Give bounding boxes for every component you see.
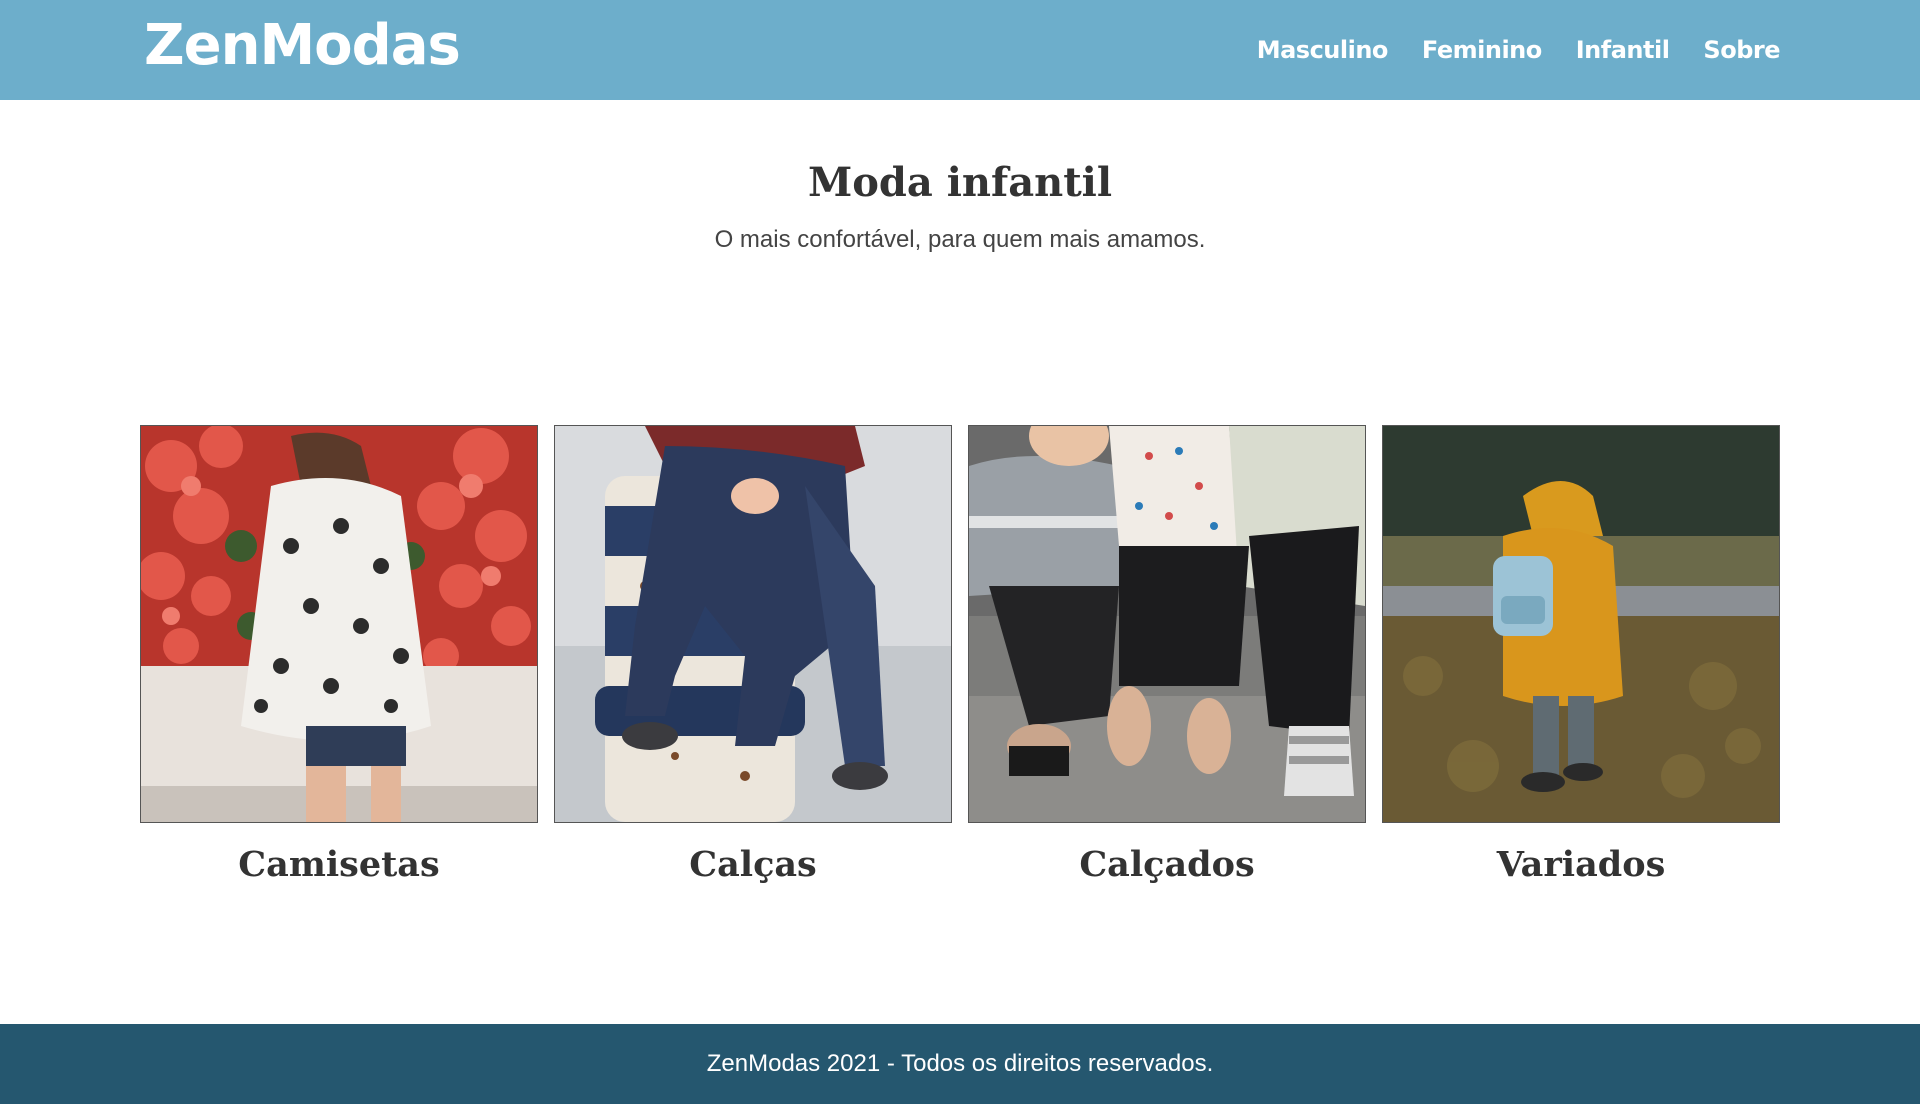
page-subtitle: O mais confortável, para quem mais amamo… [714, 226, 1206, 253]
nav-link-sobre[interactable]: Sobre [1703, 36, 1780, 64]
nav-list: Masculino Feminino Infantil Sobre [1257, 0, 1781, 100]
site-header: ZenModas Masculino Feminino Infantil Sob… [0, 0, 1920, 100]
page-title: Moda infantil [807, 159, 1113, 206]
category-card-camisetas[interactable]: Camisetas [140, 425, 538, 889]
category-image-variados[interactable] [1382, 425, 1780, 823]
category-grid: Camisetas Calças Calçados Variados [140, 425, 1780, 889]
category-image-camisetas[interactable] [140, 425, 538, 823]
category-label-calcados[interactable]: Calçados [968, 841, 1366, 889]
child-polka-dot-shirt-flowers-photo [141, 426, 537, 822]
intro-section: Moda infantil O mais confortável, para q… [0, 155, 1920, 255]
nav-link-infantil[interactable]: Infantil [1576, 36, 1670, 64]
category-label-variados[interactable]: Variados [1382, 841, 1780, 889]
category-image-calcados[interactable] [968, 425, 1366, 823]
child-jeans-sitting-on-bollard-photo [555, 426, 951, 822]
category-label-calcas[interactable]: Calças [554, 841, 952, 889]
footer-copyright: ZenModas 2021 - Todos os direitos reserv… [706, 1050, 1214, 1077]
category-card-calcados[interactable]: Calçados [968, 425, 1366, 889]
site-footer: ZenModas 2021 - Todos os direitos reserv… [0, 1024, 1920, 1104]
nav-item-masculino: Masculino [1257, 36, 1389, 64]
nav-link-masculino[interactable]: Masculino [1257, 36, 1389, 64]
nav-item-sobre: Sobre [1703, 36, 1780, 64]
category-image-calcas[interactable] [554, 425, 952, 823]
nav-item-infantil: Infantil [1576, 36, 1670, 64]
category-label-camisetas[interactable]: Camisetas [140, 841, 538, 889]
page: ZenModas Masculino Feminino Infantil Sob… [0, 0, 1920, 1104]
children-feet-shoes-photo [969, 426, 1365, 822]
logo[interactable]: ZenModas [144, 10, 461, 82]
category-card-variados[interactable]: Variados [1382, 425, 1780, 889]
child-yellow-raincoat-backpack-photo [1383, 426, 1779, 822]
nav-link-feminino[interactable]: Feminino [1422, 36, 1542, 64]
category-card-calcas[interactable]: Calças [554, 425, 952, 889]
nav-item-feminino: Feminino [1422, 36, 1542, 64]
